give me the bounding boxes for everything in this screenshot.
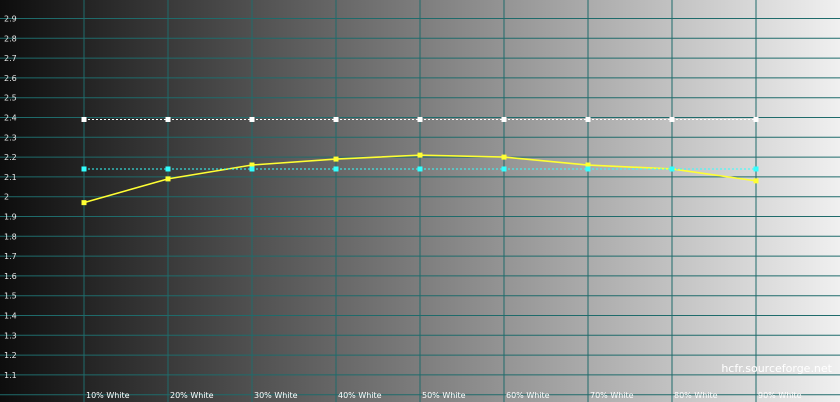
x-tick-label: 90% White (758, 391, 802, 400)
y-tick-label: 1.7 (4, 252, 17, 261)
x-tick-label: 80% White (674, 391, 718, 400)
y-tick-label: 2.8 (4, 34, 17, 43)
series-point-1 (501, 166, 507, 172)
y-tick-label: 1.9 (4, 213, 17, 222)
series-point-0 (333, 156, 339, 162)
series-point-1 (249, 166, 255, 172)
series-point-1 (81, 166, 87, 172)
y-tick-label: 2.5 (4, 94, 17, 103)
series-point-2 (165, 116, 171, 122)
y-tick-label: 2.6 (4, 74, 17, 83)
x-axis-ticks: 10% White 20% White 30% White 40% White 50% … (86, 391, 802, 400)
y-tick-label: 2 (4, 193, 9, 202)
series-point-2 (333, 116, 339, 122)
series-point-2 (669, 116, 675, 122)
series-point-1 (333, 166, 339, 172)
series-point-2 (585, 116, 591, 122)
y-tick-label: 2.3 (4, 133, 17, 142)
y-tick-label: 2.4 (4, 114, 17, 123)
series-point-0 (501, 154, 507, 160)
series-point-0 (81, 200, 87, 206)
series-point-0 (165, 176, 171, 182)
series-point-2 (501, 116, 507, 122)
x-tick-label: 20% White (170, 391, 214, 400)
series-point-1 (165, 166, 171, 172)
y-tick-label: 1.3 (4, 331, 17, 340)
series-point-2 (81, 116, 87, 122)
series-point-1 (669, 166, 675, 172)
series-point-1 (585, 166, 591, 172)
gamma-chart: 2.9 2.8 2.7 2.6 2.5 2.4 2.3 2.2 2.1 2 1.9 1.8 1.7 1.6… (0, 0, 840, 402)
y-tick-label: 1.5 (4, 292, 17, 301)
x-tick-label: 50% White (422, 391, 466, 400)
x-tick-label: 40% White (338, 391, 382, 400)
y-tick-label: 2.9 (4, 15, 17, 24)
series-point-2 (249, 116, 255, 122)
x-tick-label: 30% White (254, 391, 298, 400)
series-point-2 (753, 116, 759, 122)
y-tick-label: 1.6 (4, 272, 17, 281)
series-point-0 (417, 152, 423, 158)
series-point-1 (753, 166, 759, 172)
series-point-2 (417, 116, 423, 122)
series-point-1 (417, 166, 423, 172)
y-tick-label: 2.7 (4, 54, 17, 63)
y-tick-label: 2.2 (4, 153, 17, 162)
y-tick-label: 1.1 (4, 371, 17, 380)
y-tick-label: 1.8 (4, 232, 17, 241)
y-tick-label: 2.1 (4, 173, 17, 182)
y-tick-label: 1.4 (4, 312, 17, 321)
x-tick-label: 10% White (86, 391, 130, 400)
y-tick-label: 1.2 (4, 351, 17, 360)
series-point-0 (753, 178, 759, 184)
watermark: hcfr.sourceforge.net (721, 362, 832, 375)
x-tick-label: 70% White (590, 391, 634, 400)
x-tick-label: 60% White (506, 391, 550, 400)
